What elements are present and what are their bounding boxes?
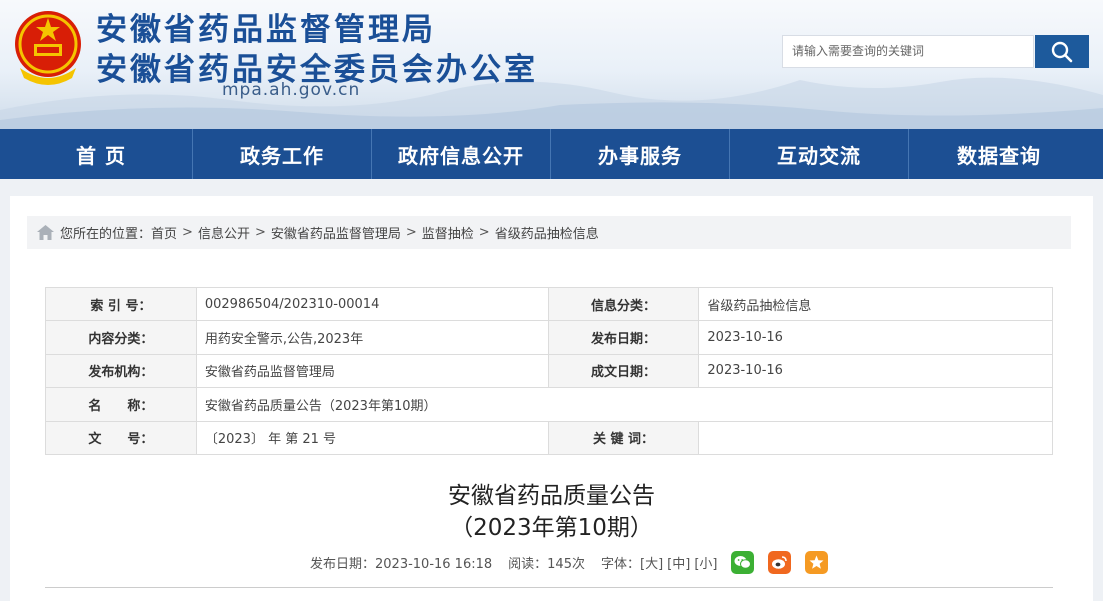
breadcrumb-separator: > [478, 225, 490, 240]
created-date-label: 成文日期： [547, 353, 700, 389]
publish-date-label: 发布日期： [547, 320, 700, 355]
article-meta: 发布日期：2023-10-16 16:18 阅读：145次 字体： [大] [中… [310, 551, 832, 574]
nav-item-government-affairs[interactable]: 政务工作 [193, 129, 371, 179]
content-divider [45, 587, 1053, 588]
article-title: 安徽省药品质量公告 [448, 483, 655, 509]
category-value: 省级药品抽检信息 [698, 286, 1053, 322]
table-row: 索 引 号： 002986504/202310-00014 信息分类： 省级药品… [45, 286, 1053, 322]
font-size-medium-button[interactable]: [中] [667, 553, 690, 572]
index-label: 索 引 号： [45, 286, 197, 322]
wechat-icon[interactable] [731, 551, 755, 574]
article-view-count: 阅读：145次 [508, 557, 585, 572]
search-input[interactable]: 请输入需要查询的关键词 [782, 35, 1034, 68]
breadcrumb-prefix: 您所在的位置： [60, 227, 152, 242]
site-header: 安徽省药品监督管理局 安徽省药品安全委员会办公室 mpa.ah.gov.cn 请… [0, 0, 1103, 129]
font-size-large-button[interactable]: [大] [640, 553, 663, 572]
nav-item-info-disclosure[interactable]: 政府信息公开 [372, 129, 550, 179]
breadcrumb-link-provincial[interactable]: 省级药品抽检信息 [495, 223, 599, 242]
magnifier-icon [1051, 41, 1073, 62]
document-info-table: 索 引 号： 002986504/202310-00014 信息分类： 省级药品… [45, 286, 1054, 455]
search-button[interactable] [1035, 35, 1089, 68]
main-nav: 首 页 政务工作 政府信息公开 办事服务 互动交流 数据查询 [0, 129, 1103, 179]
created-date-value: 2023-10-16 [698, 353, 1053, 389]
table-row: 文 号： 〔2023〕 年 第 21 号 关 键 词： [45, 420, 1053, 455]
breadcrumb-link-home[interactable]: 首页 [151, 223, 177, 242]
national-emblem-icon [15, 11, 81, 85]
index-value: 002986504/202310-00014 [195, 286, 549, 322]
table-row: 发布机构： 安徽省药品监督管理局 成文日期： 2023-10-16 [45, 353, 1053, 389]
content-type-value: 用药安全警示,公告,2023年 [195, 320, 549, 355]
wechat-glyph [734, 556, 752, 569]
breadcrumb: 您所在的位置： 首页 > 信息公开 > 安徽省药品监督管理局 > 监督抽检 > … [27, 216, 1071, 249]
star-glyph [809, 555, 824, 569]
nav-item-home[interactable]: 首 页 [10, 129, 192, 179]
name-value: 安徽省药品质量公告（2023年第10期） [195, 387, 1054, 422]
home-icon [37, 225, 54, 240]
favorite-star-icon[interactable] [805, 551, 829, 574]
table-row: 内容分类： 用药安全警示,公告,2023年 发布日期： 2023-10-16 [45, 320, 1053, 355]
nav-item-data-query[interactable]: 数据查询 [909, 129, 1089, 179]
breadcrumb-link-inspection[interactable]: 监督抽检 [422, 223, 474, 242]
nav-item-services[interactable]: 办事服务 [551, 129, 729, 179]
agency-label: 发布机构： [45, 353, 197, 389]
article-subtitle: （2023年第10期） [450, 515, 653, 541]
breadcrumb-separator: > [405, 225, 417, 240]
weibo-glyph [772, 556, 788, 569]
keywords-label: 关 键 词： [547, 420, 700, 455]
name-label: 名 称： [45, 387, 197, 422]
breadcrumb-separator: > [254, 225, 266, 240]
font-size-small-button[interactable]: [小] [694, 553, 717, 572]
keywords-value [698, 420, 1053, 455]
doc-number-value: 〔2023〕 年 第 21 号 [195, 420, 549, 455]
content-panel: 您所在的位置： 首页 > 信息公开 > 安徽省药品监督管理局 > 监督抽检 > … [10, 196, 1093, 601]
nav-item-interaction[interactable]: 互动交流 [730, 129, 908, 179]
publish-date-value: 2023-10-16 [698, 320, 1053, 355]
category-label: 信息分类： [547, 286, 700, 322]
agency-value: 安徽省药品监督管理局 [195, 353, 549, 389]
table-row: 名 称： 安徽省药品质量公告（2023年第10期） [45, 387, 1054, 422]
content-type-label: 内容分类： [45, 320, 197, 355]
site-title-primary: 安徽省药品监督管理局 [96, 12, 436, 48]
site-domain: mpa.ah.gov.cn [222, 80, 361, 100]
article-publish-date: 发布日期：2023-10-16 16:18 [310, 557, 493, 572]
weibo-icon[interactable] [768, 551, 792, 574]
breadcrumb-link-agency[interactable]: 安徽省药品监督管理局 [271, 223, 401, 242]
breadcrumb-separator: > [182, 225, 193, 240]
font-size-label: 字体： [600, 557, 640, 572]
breadcrumb-link-info[interactable]: 信息公开 [198, 223, 250, 242]
doc-number-label: 文 号： [45, 420, 197, 455]
